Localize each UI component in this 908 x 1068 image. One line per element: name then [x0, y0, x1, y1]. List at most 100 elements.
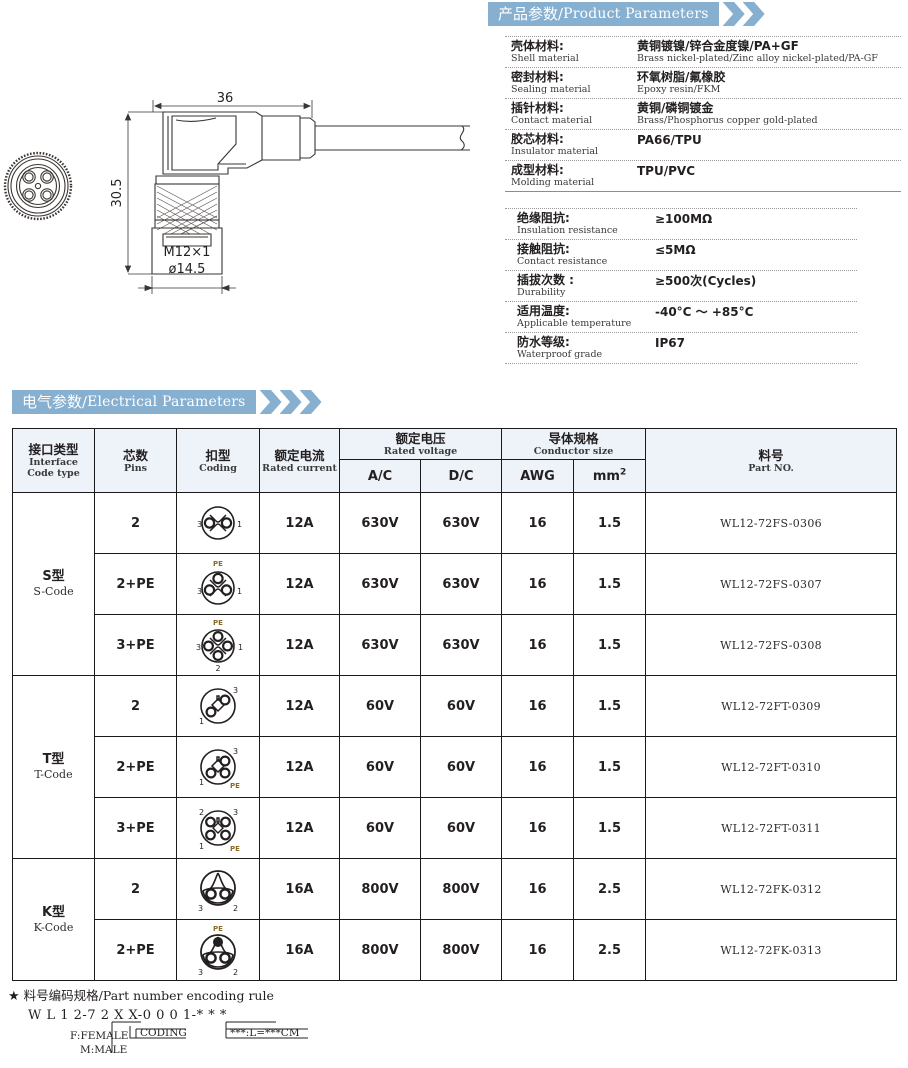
svg-text:3: 3: [233, 747, 238, 756]
spec-value: 黄铜/磷铜镀金 Brass/Phosphorus copper gold-pla…: [637, 101, 901, 127]
awg-cell: 16: [501, 858, 575, 920]
dc-voltage-cell: 630V: [419, 553, 503, 615]
part-no-cell: WL12-72FK-0312: [645, 858, 898, 920]
coding-diagram-k2: 3 2: [176, 858, 260, 920]
spec-label-zh: 密封材料:: [511, 70, 564, 84]
pins-cell: 2+PE: [94, 736, 177, 798]
spec-label: 胶芯材料: Insulator material: [505, 132, 637, 158]
part-no-cell: WL12-72FS-0306: [645, 492, 898, 554]
connector-face-view: [3, 151, 73, 221]
spec-label-en: Durability: [517, 287, 566, 298]
column-header-awg: AWG: [501, 459, 575, 493]
awg-cell: 16: [501, 675, 575, 737]
encoding-rule-diagram: W L 1 2-7 2 X X-0 0 0 1-* * * F:FEMALE M…: [28, 1008, 308, 1056]
spec-value-text: -40°C ～ +85°C: [655, 305, 754, 319]
column-header-rated-voltage: 额定电压 Rated voltage: [338, 428, 503, 460]
chevron-right-icon: [742, 2, 765, 26]
chevron-right-icon: [722, 2, 745, 26]
spec-value: ≥100MΩ: [655, 211, 857, 237]
spec-row: 成型材料: Molding material TPU/PVC: [505, 161, 901, 192]
connector-technical-drawing: 36 30.5 M12×1 ø14.5: [0, 78, 490, 308]
encoding-note-female: F:FEMALE: [70, 1030, 128, 1042]
spec-label: 插针材料: Contact material: [505, 101, 637, 127]
spec-label-zh: 接触阻抗:: [517, 242, 570, 256]
dc-voltage-cell: 630V: [419, 614, 503, 676]
rated-current-cell: 16A: [259, 919, 340, 981]
electrical-parameters-title-zh: 电气参数: [22, 392, 83, 411]
spec-value-en: Brass/Phosphorus copper gold-plated: [637, 115, 818, 126]
rated-current-cell: 12A: [259, 492, 340, 554]
spec-value-en: Brass nickel-plated/Zinc alloy nickel-pl…: [637, 53, 878, 64]
pins-cell: 3+PE: [94, 614, 177, 676]
part-no-cell: WL12-72FT-0310: [645, 736, 898, 798]
svg-text:3: 3: [233, 808, 238, 817]
pins-cell: 3+PE: [94, 797, 177, 859]
product-parameters-banner-bar: 产品参数 / Product Parameters: [488, 2, 719, 26]
column-header-interface: 接口类型 Interface Code type: [12, 428, 95, 493]
ac-voltage-cell: 800V: [339, 858, 421, 920]
spec-label: 插拔次数 : Durability: [505, 273, 655, 299]
column-header-ac: A/C: [339, 459, 421, 493]
interface-code-cell-s: S型 S-Code: [12, 492, 95, 676]
svg-text:1: 1: [237, 520, 242, 529]
spec-value: 环氧树脂/氟橡胶 Epoxy resin/FKM: [637, 70, 901, 96]
chevron-right-icon: [259, 390, 282, 414]
spec-label-en: Insulator material: [511, 146, 599, 157]
dc-voltage-cell: 800V: [419, 919, 503, 981]
spec-row: 插拔次数 : Durability ≥500次(Cycles): [505, 271, 857, 302]
table-row: 2+PE PE 3 2 16A 800V 800V 16 2.5 WL12-72…: [13, 919, 898, 981]
pins-cell: 2: [94, 858, 177, 920]
coding-diagram-t2: 3 1: [176, 675, 260, 737]
spec-value: PA66/TPU: [637, 132, 901, 158]
column-header-dc: D/C: [419, 459, 503, 493]
encoding-rule-title-zh: 料号编码规格: [23, 988, 99, 1003]
svg-text:PE: PE: [213, 619, 223, 627]
encoding-pattern-text: W L 1 2-7 2 X X-0 0 0 1-* * *: [28, 1008, 227, 1023]
spec-label-zh: 适用温度:: [517, 304, 570, 318]
column-header-part-no: 料号 Part NO.: [645, 428, 898, 493]
spec-label-zh: 壳体材料:: [511, 39, 564, 53]
part-no-cell: WL12-72FS-0307: [645, 553, 898, 615]
spec-value: TPU/PVC: [637, 163, 901, 189]
spec-row: 胶芯材料: Insulator material PA66/TPU: [505, 130, 901, 161]
spec-label-zh: 成型材料:: [511, 163, 564, 177]
spec-label-en: Contact resistance: [517, 256, 608, 267]
spec-value: -40°C ～ +85°C: [655, 304, 857, 330]
spec-value-zh: 黄铜镀镍/锌合金度镍/PA+GF: [637, 39, 799, 53]
product-parameters-title-zh: 产品参数: [498, 4, 559, 23]
svg-text:1: 1: [199, 717, 204, 726]
svg-text:1: 1: [199, 842, 204, 851]
rated-current-cell: 12A: [259, 736, 340, 798]
material-spec-group: 壳体材料: Shell material 黄铜镀镍/锌合金度镍/PA+GF Br…: [505, 36, 901, 192]
awg-cell: 16: [501, 553, 575, 615]
dimension-length-label: 36: [217, 91, 234, 106]
pins-cell: 2: [94, 492, 177, 554]
table-row: 2+PE 3 1 PE 12A 60V 60V 16 1.5 WL12-72FT…: [13, 736, 898, 798]
chevron-right-icon: [299, 390, 322, 414]
ac-voltage-cell: 630V: [339, 553, 421, 615]
electrical-spec-group: 绝缘阻抗: Insulation resistance ≥100MΩ 接触阻抗:…: [505, 208, 857, 364]
part-no-cell: WL12-72FK-0313: [645, 919, 898, 981]
dc-voltage-cell: 630V: [419, 492, 503, 554]
svg-text:2: 2: [233, 904, 238, 913]
table-row: K型 K-Code 2 3 2 16A 800V 800V 16 2.5 WL1…: [12, 858, 898, 981]
spec-label-zh: 插拔次数 :: [517, 273, 574, 287]
coding-diagram-t2pe: 3 1 PE: [176, 736, 260, 798]
product-parameters-title-en: Product Parameters: [563, 6, 709, 22]
column-header-mm2: mm2: [573, 459, 647, 493]
spec-value: IP67: [655, 335, 857, 361]
part-no-cell: WL12-72FT-0309: [645, 675, 898, 737]
awg-cell: 16: [501, 919, 575, 981]
chevron-right-icon: [279, 390, 302, 414]
table-row: 2+PE PE 3 1 12A 630V 630V 16 1.5 WL12-72…: [13, 553, 898, 615]
product-parameters-banner: 产品参数 / Product Parameters: [488, 2, 765, 26]
ac-voltage-cell: 60V: [339, 675, 421, 737]
electrical-parameters-banner: 电气参数 / Electrical Parameters: [12, 390, 322, 414]
spec-label-en: Applicable temperature: [517, 318, 632, 329]
spec-label-zh: 胶芯材料:: [511, 132, 564, 146]
electrical-parameters-title-en: Electrical Parameters: [87, 394, 246, 410]
spec-label: 适用温度: Applicable temperature: [505, 304, 655, 330]
svg-text:3: 3: [197, 520, 202, 529]
ac-voltage-cell: 630V: [339, 614, 421, 676]
svg-text:PE: PE: [213, 560, 223, 568]
